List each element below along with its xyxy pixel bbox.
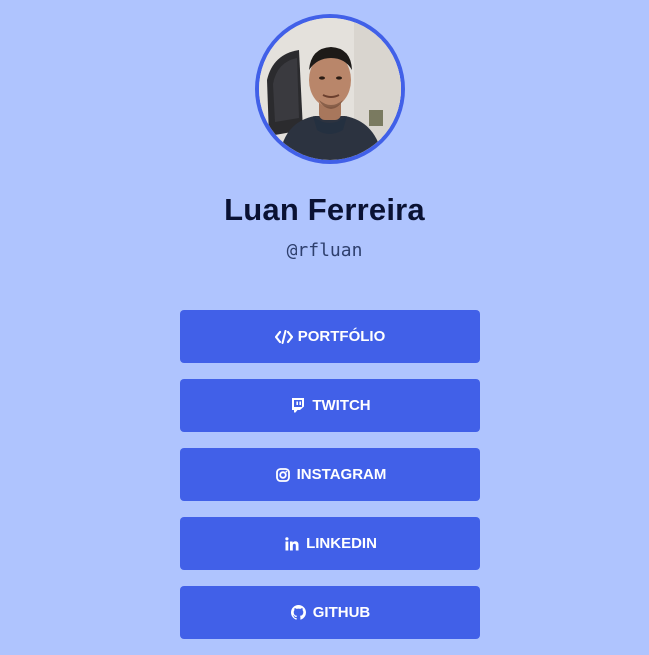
avatar-photo	[259, 18, 401, 160]
instagram-icon	[274, 467, 292, 483]
linkedin-button[interactable]: LINKEDIN	[180, 517, 480, 570]
profile-name: Luan Ferreira	[224, 192, 425, 227]
linkedin-icon	[283, 536, 301, 552]
twitch-button[interactable]: TWITCH	[180, 379, 480, 432]
instagram-button[interactable]: INSTAGRAM	[180, 448, 480, 501]
twitch-button-label: TWITCH	[312, 397, 371, 414]
avatar	[255, 14, 405, 164]
profile-handle: @rfluan	[286, 240, 363, 261]
portfolio-button[interactable]: PORTFÓLIO	[180, 310, 480, 363]
github-icon	[290, 605, 308, 621]
linkedin-button-label: LINKEDIN	[306, 535, 377, 552]
instagram-button-label: INSTAGRAM	[296, 466, 387, 483]
portfolio-button-label: PORTFÓLIO	[297, 328, 386, 345]
github-button[interactable]: GITHUB	[180, 586, 480, 639]
github-button-label: GITHUB	[312, 604, 371, 621]
code-icon	[274, 329, 293, 345]
twitch-icon	[289, 398, 307, 414]
link-list: PORTFÓLIO TWITCH INSTAGRAM LINKEDIN GITH…	[180, 310, 480, 655]
